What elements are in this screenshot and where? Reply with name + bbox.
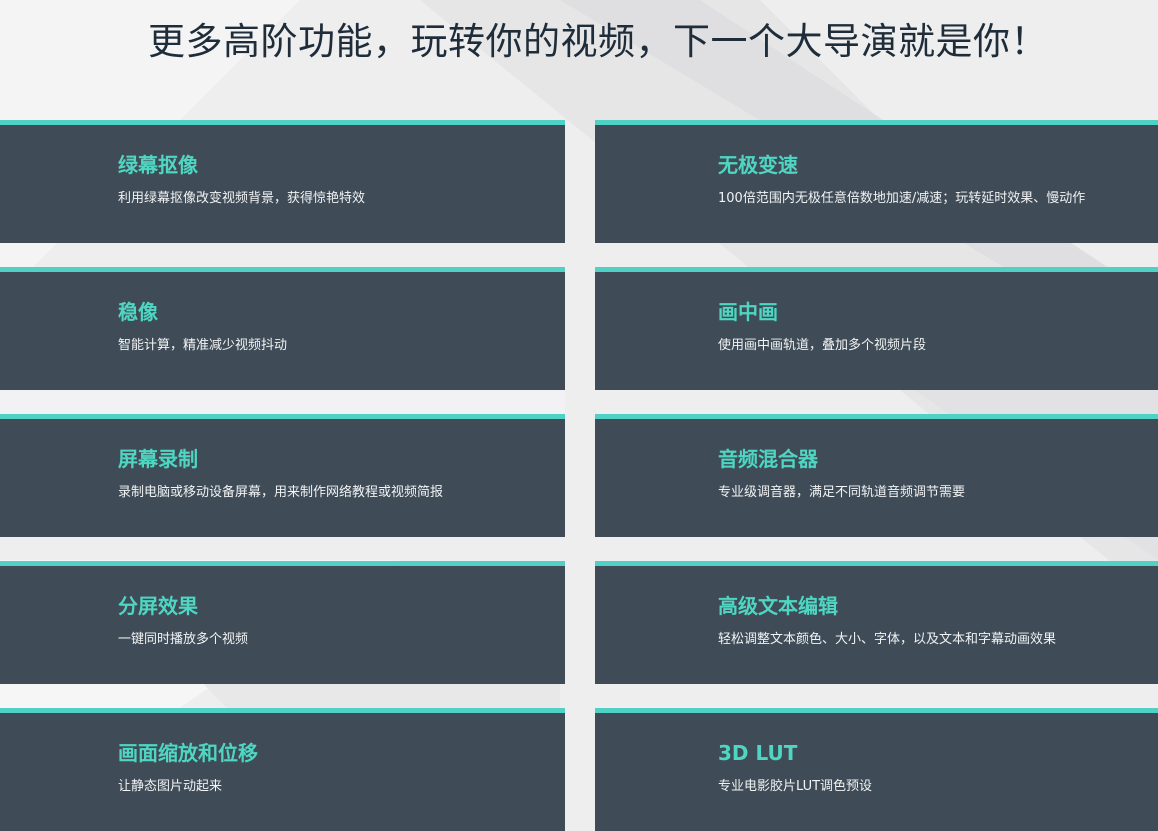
feature-description: 录制电脑或移动设备屏幕，用来制作网络教程或视频简报	[118, 485, 444, 500]
feature-card-screen-recording[interactable]: 屏幕录制 录制电脑或移动设备屏幕，用来制作网络教程或视频简报	[0, 414, 565, 537]
feature-description: 智能计算，精准减少视频抖动	[118, 338, 288, 353]
feature-title: 屏幕录制	[118, 447, 198, 471]
feature-card-stabilization[interactable]: 稳像 智能计算，精准减少视频抖动	[0, 267, 565, 390]
feature-description: 使用画中画轨道，叠加多个视频片段	[718, 338, 927, 353]
feature-title: 分屏效果	[118, 594, 198, 618]
feature-description: 利用绿幕抠像改变视频背景，获得惊艳特效	[118, 191, 366, 206]
feature-card-pan-zoom[interactable]: 画面缩放和位移 让静态图片动起来	[0, 708, 565, 831]
feature-card-advanced-text[interactable]: 高级文本编辑 轻松调整文本颜色、大小、字体，以及文本和字幕动画效果	[595, 561, 1158, 684]
feature-card-split-screen[interactable]: 分屏效果 一键同时播放多个视频	[0, 561, 565, 684]
feature-description: 专业级调音器，满足不同轨道音频调节需要	[718, 485, 966, 500]
feature-description: 让静态图片动起来	[118, 779, 223, 794]
feature-card-picture-in-picture[interactable]: 画中画 使用画中画轨道，叠加多个视频片段	[595, 267, 1158, 390]
feature-title: 绿幕抠像	[118, 153, 198, 177]
feature-description: 专业电影胶片LUT调色预设	[718, 779, 873, 794]
feature-title: 3D LUT	[718, 741, 798, 765]
feature-description: 轻松调整文本颜色、大小、字体，以及文本和字幕动画效果	[718, 632, 1057, 647]
feature-card-chroma-key[interactable]: 绿幕抠像 利用绿幕抠像改变视频背景，获得惊艳特效	[0, 120, 565, 243]
feature-title: 无极变速	[718, 153, 798, 177]
feature-title: 稳像	[118, 300, 158, 324]
feature-card-audio-mixer[interactable]: 音频混合器 专业级调音器，满足不同轨道音频调节需要	[595, 414, 1158, 537]
feature-description: 100倍范围内无极任意倍数地加速/减速；玩转延时效果、慢动作	[718, 191, 1086, 206]
feature-title: 画中画	[718, 300, 778, 324]
page-title: 更多高阶功能，玩转你的视频，下一个大导演就是你！	[148, 20, 1048, 63]
feature-title: 高级文本编辑	[718, 594, 838, 618]
feature-title: 画面缩放和位移	[118, 741, 258, 765]
feature-card-variable-speed[interactable]: 无极变速 100倍范围内无极任意倍数地加速/减速；玩转延时效果、慢动作	[595, 120, 1158, 243]
feature-card-3d-lut[interactable]: 3D LUT 专业电影胶片LUT调色预设	[595, 708, 1158, 831]
feature-title: 音频混合器	[718, 447, 818, 471]
feature-description: 一键同时播放多个视频	[118, 632, 249, 647]
